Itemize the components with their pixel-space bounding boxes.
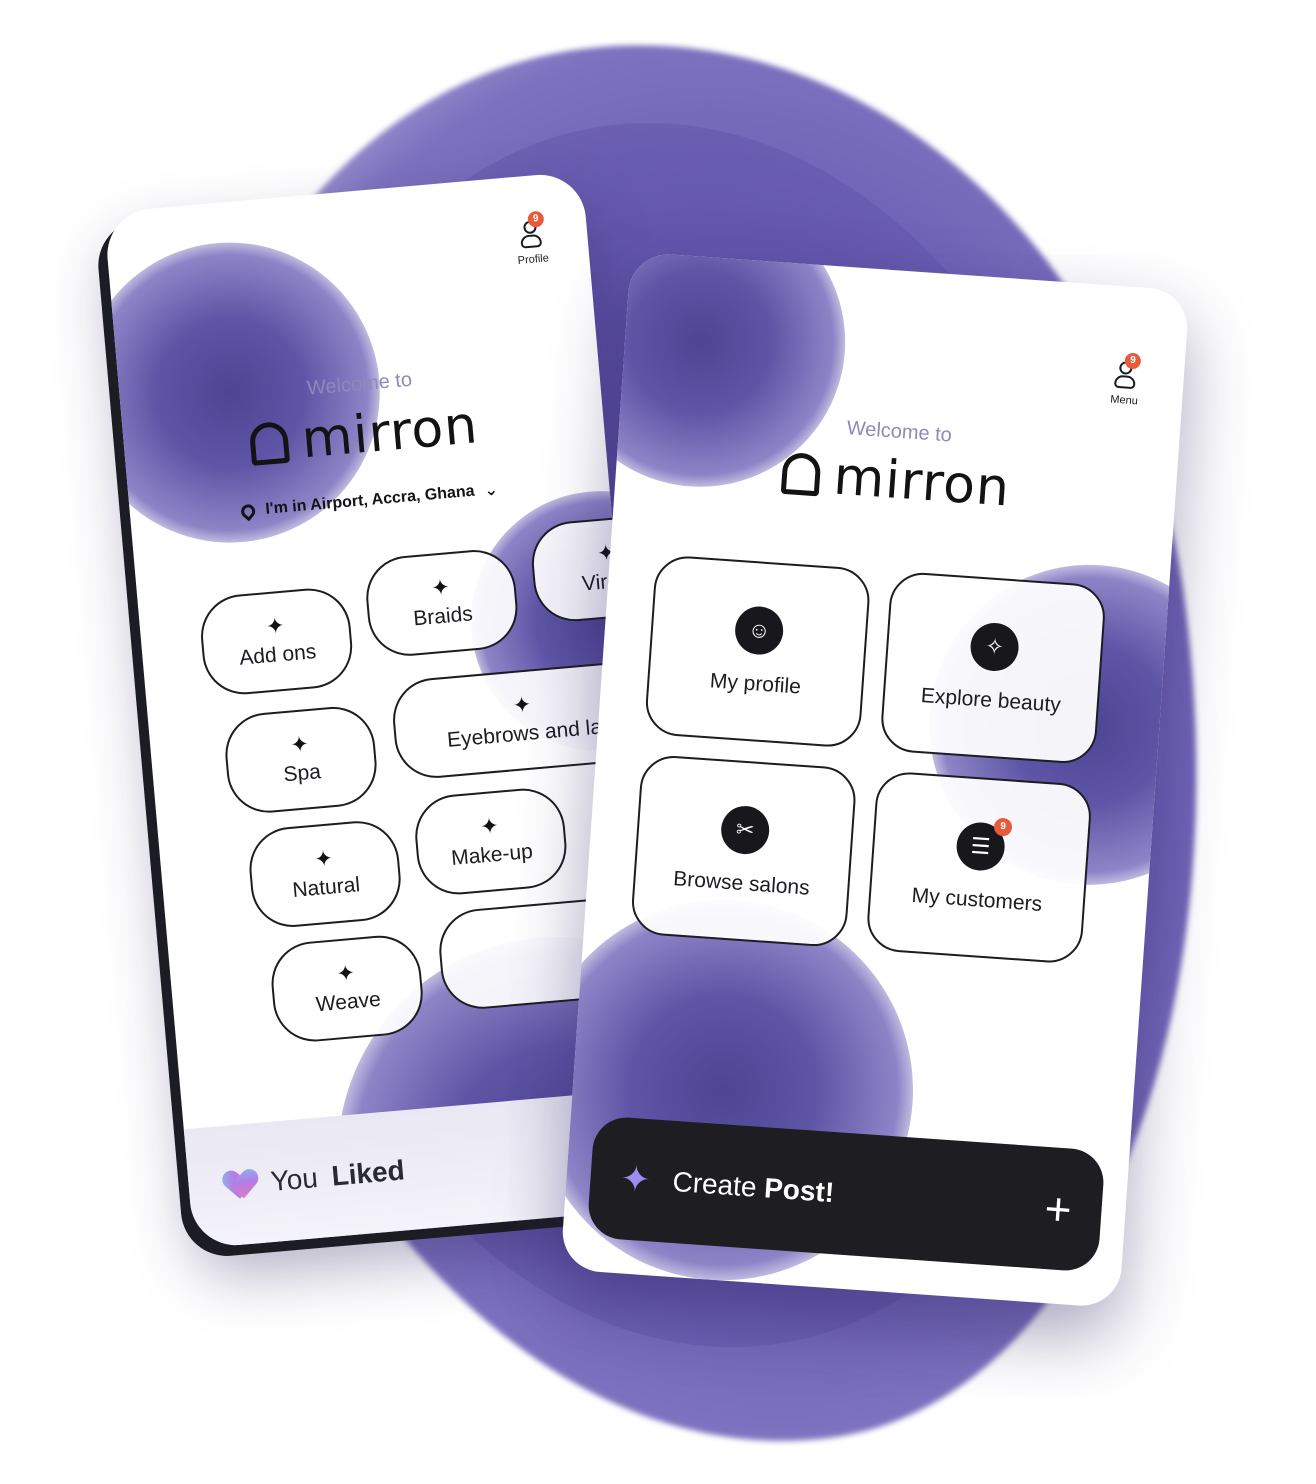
sparkle-icon: ✦: [289, 731, 310, 758]
location-pin-icon: [238, 501, 259, 522]
mirron-logo-icon: [248, 420, 290, 466]
create-post-label: Create Post!: [672, 1166, 1046, 1224]
mirron-logo-icon: [780, 451, 822, 497]
chip-label: Weave: [314, 987, 382, 1017]
category-chip-braids[interactable]: ✦ Braids: [362, 546, 521, 660]
tile-label: Browse salons: [672, 867, 811, 900]
category-chip-natural[interactable]: ✦ Natural: [245, 817, 405, 931]
liked-emphasis: Liked: [330, 1154, 406, 1192]
tile-label: My customers: [910, 883, 1043, 916]
chip-label: Eyebrows and la: [446, 715, 603, 752]
liked-prefix: You: [269, 1161, 320, 1197]
create-post-prefix: Create: [671, 1165, 758, 1203]
chip-label: Braids: [412, 602, 474, 631]
sparkle-icon: ✦: [619, 1157, 653, 1201]
sparkle-icon: ✦: [264, 612, 286, 640]
user-icon: ☺: [733, 604, 785, 657]
profile-button[interactable]: 9 Profile: [500, 210, 564, 268]
category-chip-make-up[interactable]: ✦ Make-up: [411, 785, 570, 898]
scissors-icon: ✂: [719, 804, 771, 856]
heart-icon: [223, 1167, 258, 1202]
profile-icon: 9: [1111, 352, 1142, 394]
category-chip-spa[interactable]: ✦ Spa: [221, 703, 381, 817]
create-post-emphasis: Post!: [763, 1172, 836, 1209]
chip-label: Make-up: [450, 839, 534, 871]
brand-name: mirron: [831, 446, 1013, 519]
right-phone-screen: 9 Menu Welcome to mirron ☺ My profile ✧ …: [560, 251, 1190, 1309]
sparkle-icon: ✦: [479, 812, 500, 840]
notification-badge: 9: [1124, 352, 1142, 370]
sparkle-icon: ✦: [430, 574, 451, 601]
sparkle-icon: ✦: [313, 845, 334, 872]
chevron-down-icon: ⌄: [483, 481, 499, 500]
category-chip-add-ons[interactable]: ✦ Add ons: [197, 585, 356, 698]
notification-badge: 9: [527, 210, 545, 228]
profile-icon: 9: [516, 210, 547, 253]
tile-explore-beauty[interactable]: ✧ Explore beauty: [879, 570, 1108, 766]
chip-label: Natural: [291, 873, 361, 902]
clipboard-icon: ☰ 9: [955, 817, 1013, 873]
menu-button[interactable]: 9 Menu: [1094, 352, 1157, 408]
tile-my-customers[interactable]: ☰ 9 My customers: [865, 770, 1094, 965]
chip-label: Spa: [282, 760, 322, 787]
menu-label: Menu: [1109, 393, 1139, 408]
notification-badge: 9: [993, 817, 1013, 837]
category-chip-weave[interactable]: ✦ Weave: [268, 932, 427, 1045]
sparkle-icon: ✧: [968, 621, 1021, 673]
chip-label: Add ons: [238, 640, 318, 670]
tile-browse-salons[interactable]: ✂ Browse salons: [629, 753, 858, 949]
sparkle-icon: ✦: [511, 691, 533, 719]
profile-label: Profile: [517, 252, 550, 267]
sparkle-icon: ✦: [335, 959, 357, 987]
tile-label: Explore beauty: [920, 684, 1062, 717]
tile-my-profile[interactable]: ☺ My profile: [643, 554, 872, 749]
tile-label: My profile: [709, 669, 802, 699]
plus-icon: +: [1042, 1181, 1074, 1236]
